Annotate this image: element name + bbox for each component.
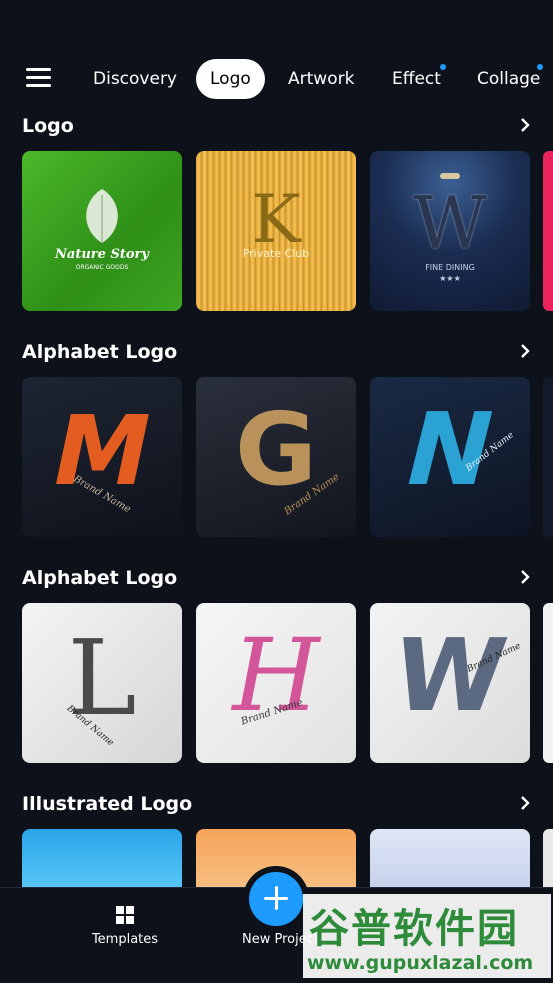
card-letter: G [234,391,318,508]
card-text: FINE DINING [425,263,475,272]
watermark-cn-text: 谷普软件园 [309,906,519,952]
watermark: 谷普软件园 www.gupuxlazal.com [303,894,551,978]
template-card-partial[interactable] [543,377,553,537]
tab-label: Collage [477,69,541,89]
template-card[interactable]: W FINE DINING ★★★ [370,151,530,311]
template-card-partial[interactable] [543,603,553,763]
new-badge-dot [537,64,543,70]
new-project-button[interactable] [249,872,303,926]
card-letter: W [412,181,487,265]
leaf-icon [86,189,118,243]
template-card[interactable]: N Brand Name [370,377,530,537]
menu-icon[interactable] [26,68,51,88]
new-badge-dot [440,64,446,70]
card-text: Nature Story [55,247,149,262]
tab-label: Effect [392,69,441,89]
template-card[interactable]: Nature Story ORGANIC GOODS [22,151,182,311]
tab-label: Logo [210,69,251,89]
template-card[interactable]: K Private Club [196,151,356,311]
template-card[interactable]: H Brand Name [196,603,356,763]
section-title-alphabet-logo: Alphabet Logo [22,341,178,363]
card-text: Private Club [242,247,310,260]
chevron-right-icon[interactable] [518,796,532,810]
watermark-url: www.gupuxlazal.com [307,952,534,974]
category-tab-bar: Discovery Logo Artwork Effect Collage [0,56,553,102]
template-card[interactable]: W Brand Name [370,603,530,763]
templates-nav-item[interactable]: Templates [85,906,165,947]
template-card[interactable] [370,829,530,887]
template-card[interactable] [22,829,182,887]
tab-effect[interactable]: Effect [392,59,446,99]
template-card-partial[interactable] [543,151,553,311]
card-letter: L [67,617,137,739]
tab-artwork[interactable]: Artwork [288,59,354,99]
section-title-alphabet-logo: Alphabet Logo [22,567,178,589]
lamp-icon [440,173,460,179]
tab-label: Discovery [93,69,177,89]
grid-icon [116,906,134,924]
section-title-logo: Logo [22,115,74,137]
tab-logo[interactable]: Logo [196,59,265,99]
chevron-right-icon[interactable] [518,118,532,132]
chevron-right-icon[interactable] [518,344,532,358]
tab-label: Artwork [288,69,355,89]
template-card[interactable]: G Brand Name [196,377,356,537]
rating-stars: ★★★ [439,274,461,283]
template-card[interactable]: L Brand Name [22,603,182,763]
templates-label: Templates [91,932,159,947]
tab-discovery[interactable]: Discovery [93,59,177,99]
card-letter: N [393,391,507,508]
template-card-partial[interactable] [543,829,553,887]
section-title-illustrated-logo: Illustrated Logo [22,793,193,815]
chevron-right-icon[interactable] [518,570,532,584]
template-card[interactable]: M Brand Name [22,377,182,537]
tab-collage[interactable]: Collage [477,59,543,99]
card-subtext: ORGANIC GOODS [75,264,129,271]
